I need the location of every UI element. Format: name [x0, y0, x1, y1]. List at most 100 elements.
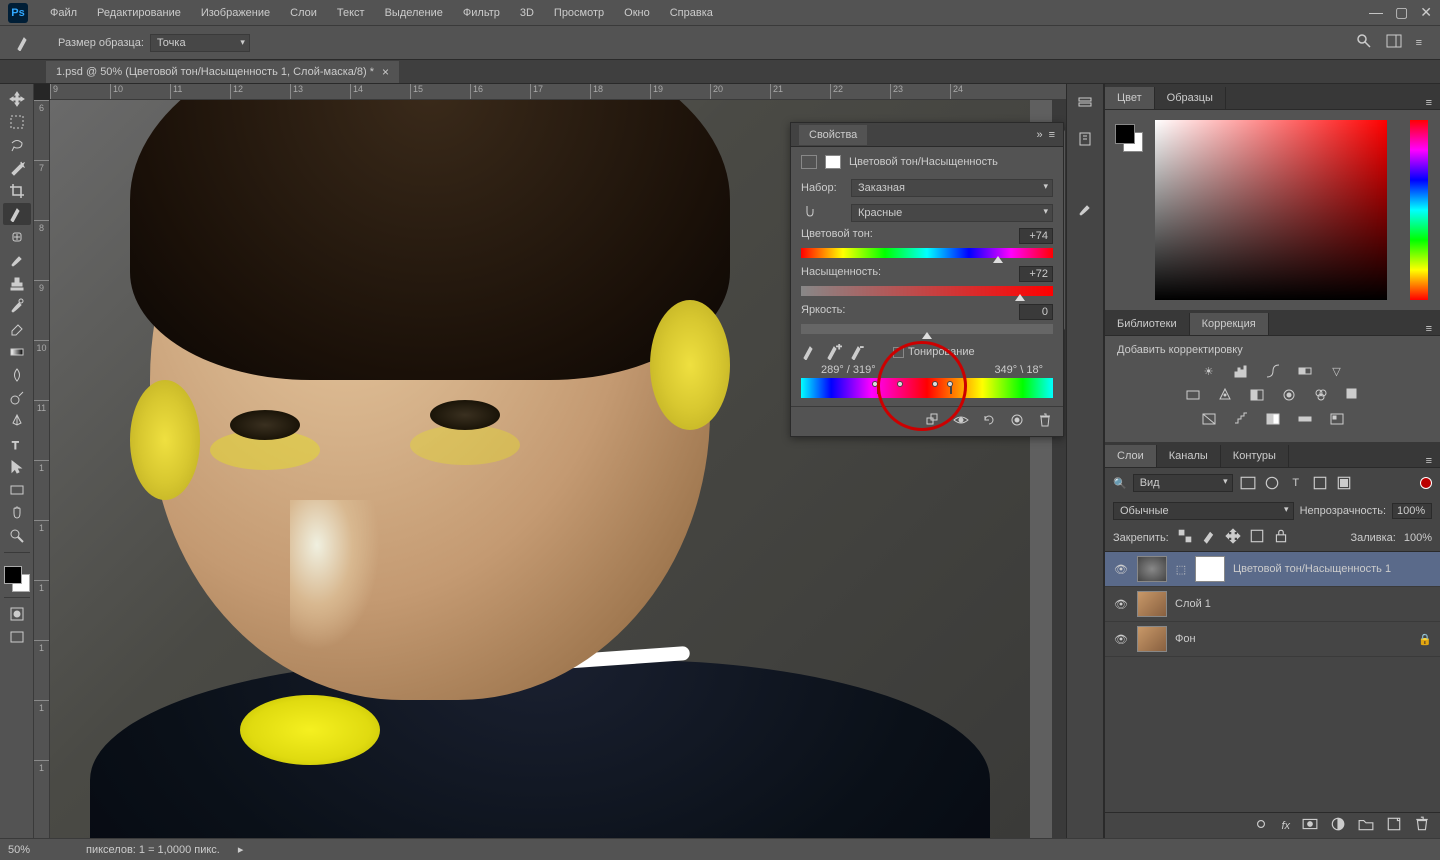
swatches-tab[interactable]: Образцы	[1155, 87, 1226, 109]
hue-strip[interactable]	[1410, 120, 1428, 300]
ruler-horizontal[interactable]: 9101112131415161718192021222324	[50, 84, 1066, 100]
brush-settings-icon[interactable]	[1073, 198, 1097, 220]
hue-slider[interactable]	[801, 248, 1053, 258]
paths-tab[interactable]: Контуры	[1221, 445, 1289, 467]
layer-thumb[interactable]	[1137, 626, 1167, 652]
quick-mask-tool[interactable]	[3, 603, 31, 625]
posterize-icon[interactable]	[1230, 410, 1252, 428]
color-swatch[interactable]	[4, 566, 30, 592]
adjustments-tab[interactable]: Коррекция	[1190, 313, 1269, 335]
current-tool-icon[interactable]	[8, 30, 40, 56]
saturation-value[interactable]: +72	[1019, 266, 1053, 282]
maximize-button[interactable]: ▢	[1395, 4, 1408, 21]
new-layer-icon[interactable]	[1386, 816, 1402, 835]
visibility-icon[interactable]: 👁	[1113, 598, 1129, 611]
layer-name[interactable]: Цветовой тон/Насыщенность 1	[1233, 563, 1432, 575]
curves-icon[interactable]	[1262, 362, 1284, 380]
previous-icon[interactable]	[1009, 412, 1025, 431]
layer-name[interactable]: Слой 1	[1175, 598, 1432, 610]
invert-icon[interactable]	[1198, 410, 1220, 428]
libraries-tab[interactable]: Библиотеки	[1105, 313, 1190, 335]
preset-dropdown[interactable]: Заказная	[851, 179, 1053, 197]
link-icon[interactable]: ⬚	[1175, 563, 1187, 576]
filter-adj-icon[interactable]	[1263, 475, 1281, 491]
visibility-icon[interactable]	[953, 412, 969, 431]
fill-value[interactable]: 100%	[1404, 532, 1432, 544]
layer-item[interactable]: 👁 ⬚ Цветовой тон/Насыщенность 1	[1105, 552, 1440, 587]
gradient-map-icon[interactable]	[1294, 410, 1316, 428]
actions-icon[interactable]	[1073, 128, 1097, 150]
layer-item[interactable]: 👁 Слой 1	[1105, 587, 1440, 622]
channel-dropdown[interactable]: Красные	[851, 204, 1053, 222]
eyedropper-tool[interactable]	[3, 203, 31, 225]
color-tab[interactable]: Цвет	[1105, 87, 1155, 109]
bw-icon[interactable]	[1246, 386, 1268, 404]
opacity-value[interactable]: 100%	[1392, 503, 1432, 519]
levels-icon[interactable]	[1230, 362, 1252, 380]
zoom-level[interactable]: 50%	[8, 844, 68, 856]
menu-view[interactable]: Просмотр	[544, 7, 614, 19]
menu-layers[interactable]: Слои	[280, 7, 327, 19]
close-tab-icon[interactable]: ×	[382, 65, 389, 79]
hue-value[interactable]: +74	[1019, 228, 1053, 244]
history-brush-tool[interactable]	[3, 295, 31, 317]
photo-filter-icon[interactable]	[1278, 386, 1300, 404]
dodge-tool[interactable]	[3, 387, 31, 409]
brightness-icon[interactable]: ☀	[1198, 362, 1220, 380]
panel-menu-icon[interactable]: ≡	[1416, 37, 1422, 49]
color-range-slider[interactable]	[801, 378, 1053, 398]
stamp-tool[interactable]	[3, 272, 31, 294]
layer-thumb[interactable]	[1137, 591, 1167, 617]
kind-filter-dropdown[interactable]: Вид	[1133, 474, 1233, 492]
brush-tool[interactable]	[3, 249, 31, 271]
lock-artboard-icon[interactable]	[1249, 528, 1265, 547]
lock-pixels-icon[interactable]	[1201, 528, 1217, 547]
info-arrow-icon[interactable]: ▸	[238, 843, 244, 856]
layer-thumb[interactable]	[1137, 556, 1167, 582]
finger-icon[interactable]	[801, 203, 845, 222]
collapse-icon[interactable]: »	[1036, 129, 1042, 141]
link-layers-icon[interactable]	[1253, 816, 1269, 835]
new-adj-icon[interactable]	[1330, 816, 1346, 835]
menu-file[interactable]: Файл	[40, 7, 87, 19]
menu-3d[interactable]: 3D	[510, 7, 544, 19]
layers-tab[interactable]: Слои	[1105, 445, 1157, 467]
gradient-tool[interactable]	[3, 341, 31, 363]
document-tab[interactable]: 1.psd @ 50% (Цветовой тон/Насыщенность 1…	[46, 61, 399, 83]
menu-image[interactable]: Изображение	[191, 7, 280, 19]
panel-menu-icon[interactable]: ≡	[1418, 97, 1440, 109]
eyedropper-plus-icon[interactable]: +	[825, 344, 843, 360]
hue-sat-icon[interactable]	[1182, 386, 1204, 404]
filter-text-icon[interactable]: T	[1287, 475, 1305, 491]
new-group-icon[interactable]	[1358, 816, 1374, 835]
blend-mode-dropdown[interactable]: Обычные	[1113, 502, 1294, 520]
color-balance-icon[interactable]	[1214, 386, 1236, 404]
colorize-checkbox[interactable]: Тонирование	[893, 346, 975, 358]
lock-position-icon[interactable]	[1225, 528, 1241, 547]
channels-tab[interactable]: Каналы	[1157, 445, 1221, 467]
lasso-tool[interactable]	[3, 134, 31, 156]
crop-tool[interactable]	[3, 180, 31, 202]
lock-all-icon[interactable]	[1273, 528, 1289, 547]
text-tool[interactable]: T	[3, 433, 31, 455]
fx-icon[interactable]: fx	[1281, 820, 1290, 832]
saturation-slider[interactable]	[801, 286, 1053, 296]
properties-tab[interactable]: Свойства	[799, 125, 867, 145]
filter-shape-icon[interactable]	[1311, 475, 1329, 491]
ruler-vertical[interactable]: 67891011111111	[34, 100, 50, 838]
zoom-tool[interactable]	[3, 525, 31, 547]
mask-thumb[interactable]	[1195, 556, 1225, 582]
healing-tool[interactable]	[3, 226, 31, 248]
rectangle-tool[interactable]	[3, 479, 31, 501]
filter-smart-icon[interactable]	[1335, 475, 1353, 491]
path-select-tool[interactable]	[3, 456, 31, 478]
delete-layer-icon[interactable]	[1414, 816, 1430, 835]
filter-toggle[interactable]	[1420, 477, 1432, 489]
search-icon[interactable]	[1356, 33, 1372, 52]
vibrance-icon[interactable]: ▽	[1326, 362, 1348, 380]
history-icon[interactable]	[1073, 92, 1097, 114]
hand-tool[interactable]	[3, 502, 31, 524]
magic-wand-tool[interactable]	[3, 157, 31, 179]
lock-trans-icon[interactable]	[1177, 528, 1193, 547]
menu-filter[interactable]: Фильтр	[453, 7, 510, 19]
